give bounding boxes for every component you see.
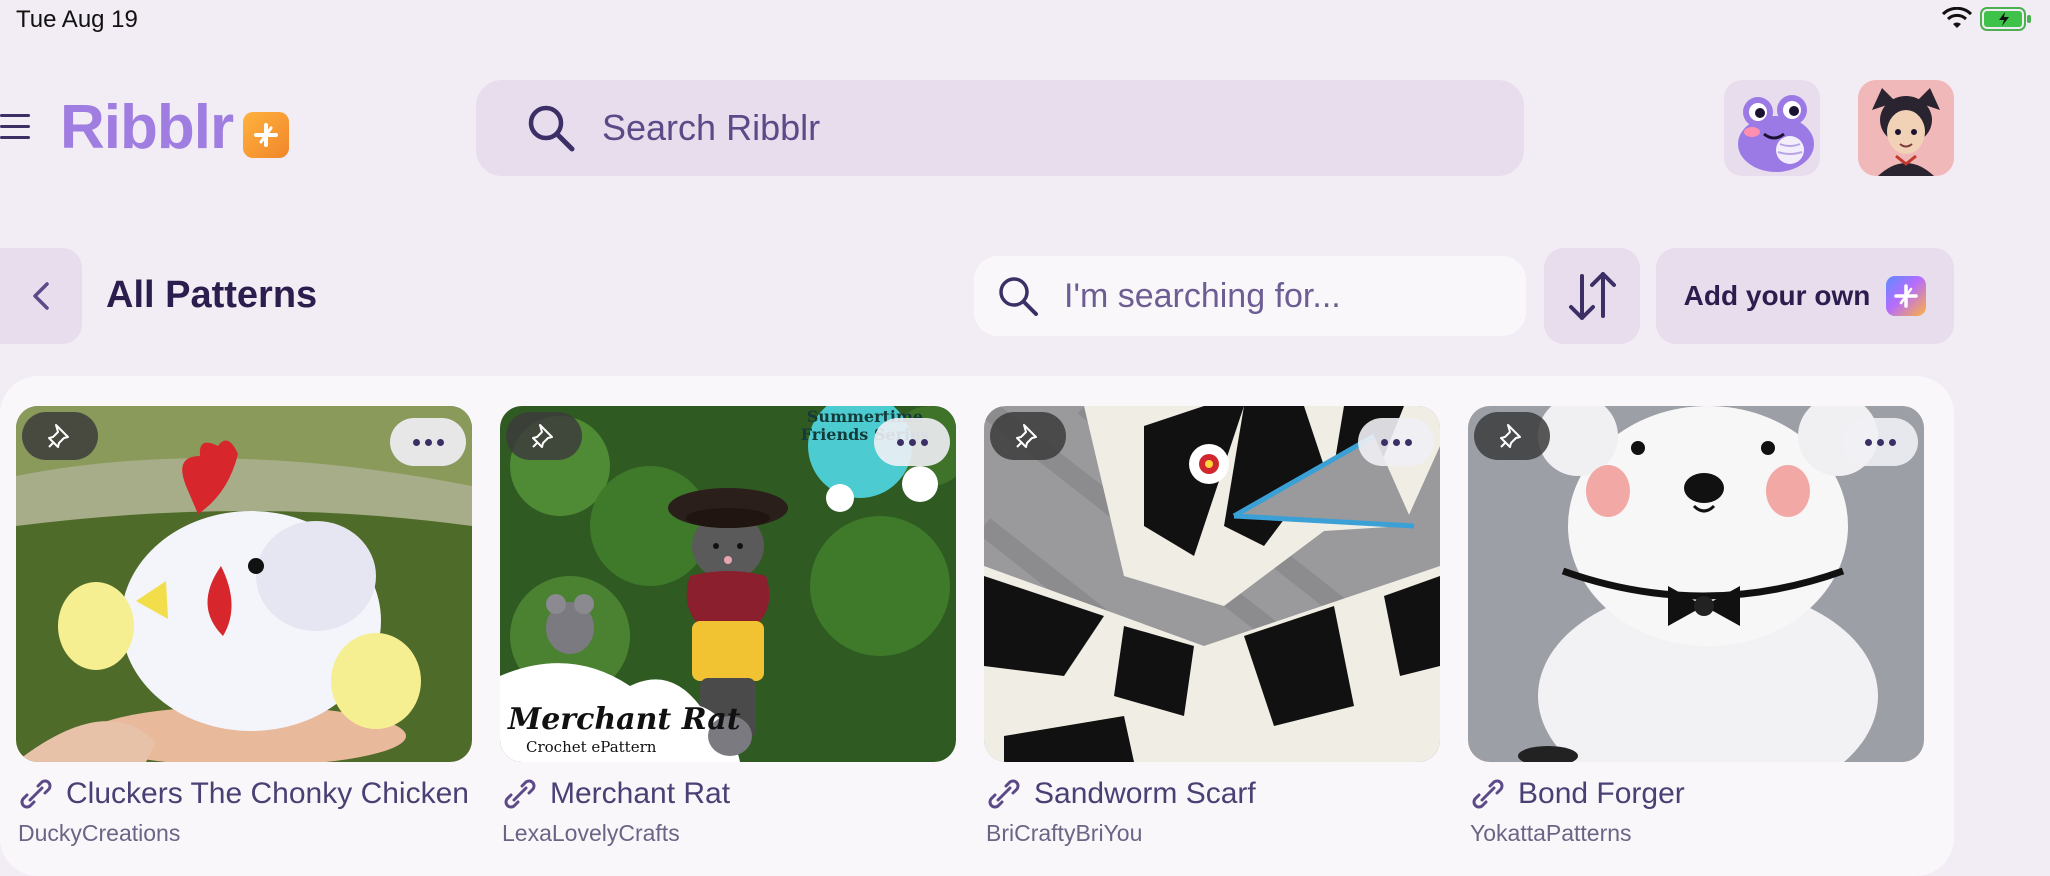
pattern-search-input[interactable] [1062, 275, 1486, 317]
plus-badge-icon [243, 111, 290, 158]
pin-icon [532, 424, 553, 448]
status-time: Tue Aug 19 [16, 6, 138, 33]
sort-button[interactable] [1544, 248, 1640, 344]
more-options-button[interactable] [390, 418, 466, 466]
pin-icon [1500, 424, 1521, 448]
pattern-author[interactable]: LexaLovelyCrafts [502, 820, 956, 847]
frog-mascot-icon [1738, 95, 1814, 172]
link-icon [504, 779, 536, 809]
pattern-image[interactable]: Summertime Friends Series Merchant Rat C… [500, 406, 956, 762]
image-subcaption: Crochet ePattern [526, 738, 657, 756]
pin-button[interactable] [506, 412, 582, 460]
pin-icon [48, 424, 69, 448]
ribblr-logo[interactable]: Ribblr [60, 92, 290, 163]
chevron-left-icon [33, 282, 49, 310]
pin-button[interactable] [990, 412, 1066, 460]
ellipsis-icon [1380, 438, 1388, 446]
more-options-button[interactable] [1358, 418, 1434, 466]
link-icon [1472, 779, 1504, 809]
main-search-input[interactable] [600, 106, 1404, 150]
pattern-author[interactable]: BriCraftyBriYou [986, 820, 1440, 847]
avatar [1872, 88, 1940, 176]
pattern-image[interactable] [16, 406, 472, 762]
menu-button[interactable] [0, 112, 32, 147]
pattern-title-row[interactable]: Cluckers The Chonky Chicken [18, 776, 472, 812]
user-avatar-button[interactable] [1858, 80, 1954, 176]
pattern-card[interactable]: Sandworm Scarf BriCraftyBriYou [984, 406, 1440, 847]
add-your-own-button[interactable]: Add your own [1656, 248, 1954, 344]
pin-button[interactable] [1474, 412, 1550, 460]
pin-button[interactable] [22, 412, 98, 460]
more-options-button[interactable] [874, 418, 950, 466]
pattern-author[interactable]: YokattaPatterns [1470, 820, 1924, 847]
pattern-card[interactable]: Bond Forger YokattaPatterns [1468, 406, 1924, 847]
back-button[interactable] [0, 248, 82, 344]
search-icon [528, 105, 575, 152]
pattern-name: Bond Forger [1518, 777, 1685, 810]
pattern-search-bar[interactable] [974, 256, 1526, 336]
pattern-title-row[interactable]: Sandworm Scarf [986, 776, 1440, 812]
plus-badge-icon [1886, 276, 1927, 316]
sort-arrows-icon [1569, 272, 1616, 320]
add-your-own-label: Add your own [1683, 280, 1871, 311]
main-search-bar[interactable] [476, 80, 1524, 176]
wifi-icon [1942, 7, 1972, 28]
hamburger-icon [0, 114, 30, 139]
pattern-image[interactable] [984, 406, 1440, 762]
pattern-title-row[interactable]: Merchant Rat [502, 776, 956, 812]
link-icon [988, 779, 1020, 809]
battery-icon [1980, 7, 2031, 31]
pattern-title-row[interactable]: Bond Forger [1470, 776, 1924, 812]
pattern-name: Sandworm Scarf [1034, 777, 1256, 810]
pattern-name: Cluckers The Chonky Chicken [66, 777, 469, 810]
ellipsis-icon [896, 438, 904, 446]
status-icons [1942, 6, 2032, 32]
ellipsis-icon [1864, 438, 1872, 446]
search-icon [999, 277, 1038, 316]
pattern-card[interactable]: Summertime Friends Series Merchant Rat C… [500, 406, 956, 847]
image-caption: Merchant Rat [508, 702, 741, 737]
frog-mascot-button[interactable] [1724, 80, 1820, 176]
link-icon [20, 779, 52, 809]
more-options-button[interactable] [1842, 418, 1918, 466]
ellipsis-icon [412, 438, 420, 446]
pin-icon [1016, 424, 1037, 448]
pattern-card[interactable]: Cluckers The Chonky Chicken DuckyCreatio… [16, 406, 472, 847]
pattern-image[interactable] [1468, 406, 1924, 762]
logo-text: Ribblr [60, 93, 234, 162]
page-title: All Patterns [106, 274, 318, 316]
pattern-author[interactable]: DuckyCreations [18, 820, 472, 847]
pattern-name: Merchant Rat [550, 777, 731, 810]
